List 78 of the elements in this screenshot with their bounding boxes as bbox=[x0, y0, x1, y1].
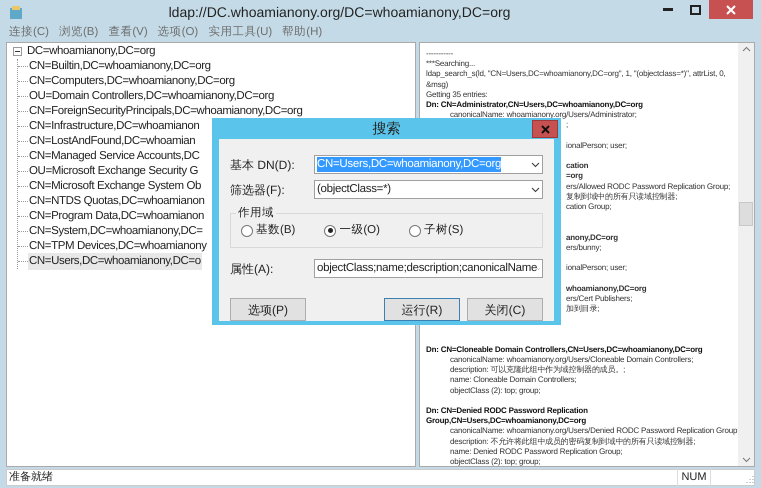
tree-item[interactable]: DC=whoamianony,DC=org bbox=[26, 43, 156, 60]
entry-dn: anony,DC=org bbox=[566, 232, 618, 242]
attribute-line: name: Cloneable Domain Controllers; bbox=[450, 375, 576, 384]
app-icon bbox=[8, 4, 24, 20]
tree-item[interactable]: CN=Microsoft Exchange System Ob bbox=[28, 178, 202, 196]
tree-item[interactable]: CN=System,DC=whoamianony,DC= bbox=[28, 222, 204, 240]
status-text: 准备就绪 bbox=[8, 470, 54, 486]
radio-button[interactable] bbox=[324, 224, 336, 236]
attribute-line: ers/Allowed RODC Password Replication Group; bbox=[566, 182, 730, 191]
close-icon bbox=[726, 4, 736, 14]
status-indicator: NUM bbox=[677, 469, 711, 486]
attribute-line: 复制到域中的所有只读域控制器; bbox=[566, 192, 678, 201]
radio-button[interactable] bbox=[241, 224, 253, 236]
scrollbar-thumb[interactable] bbox=[739, 202, 753, 226]
chevron-up-icon[interactable] bbox=[742, 46, 750, 52]
radio-label: 子树(S) bbox=[424, 222, 464, 238]
tree-item[interactable]: CN=Computers,DC=whoamianony,DC=org bbox=[28, 72, 236, 90]
field-label: 筛选器(F): bbox=[230, 182, 286, 198]
close-icon bbox=[540, 124, 550, 134]
tree-item[interactable]: CN=ForeignSecurityPrincipals,DC=whoamianony,DC=org bbox=[28, 102, 304, 120]
attribute-line: objectClass (2): top; group; bbox=[450, 386, 540, 395]
tree-item[interactable]: OU=Microsoft Exchange Security G bbox=[28, 162, 200, 180]
combo-field[interactable]: (objectClass=*) bbox=[314, 180, 543, 199]
entry-dn: Dn: CN=Denied RODC Password Replication Group,CN=Users,DC=whoamianony,DC=org bbox=[426, 406, 589, 426]
field-label: 属性(A): bbox=[230, 260, 274, 278]
tree-item[interactable]: CN=LostAndFound,DC=whoamian bbox=[28, 132, 196, 150]
window-title: ldap://DC.whoamianony.org/DC=whoamianony,DC=org bbox=[168, 3, 510, 22]
tree-item[interactable]: OU=Domain Controllers,DC=whoamianony,DC=org bbox=[28, 88, 275, 106]
output-line: ----------- bbox=[426, 49, 454, 60]
minimize-icon bbox=[663, 8, 673, 11]
attribute-line: canonicalName: whoamianony.org/Users/Administrator; bbox=[450, 110, 637, 120]
tree-item[interactable]: CN=Managed Service Accounts,DC bbox=[28, 148, 200, 166]
radio-label: 一级(O) bbox=[339, 222, 380, 238]
tree-item[interactable]: CN=Infrastructure,DC=whoamianon bbox=[28, 118, 200, 136]
attribute-line: name: Denied RODC Password Replication Group; bbox=[450, 446, 622, 456]
collapse-icon[interactable] bbox=[13, 47, 22, 56]
dialog-button[interactable]: 选项(P) bbox=[230, 298, 306, 321]
combo-field[interactable]: objectClass;name;description;canonicalName bbox=[314, 259, 543, 278]
tree-item[interactable]: CN=Program Data,DC=whoamianon bbox=[28, 208, 206, 226]
tree-item[interactable]: CN=TPM Devices,DC=whoamianony bbox=[28, 238, 208, 256]
tree-item[interactable]: CN=Users,DC=whoamianony,DC=o bbox=[28, 252, 202, 270]
entry-dn: Dn: CN=Cloneable Domain Controllers,CN=Users,DC=whoamianony,DC=org bbox=[426, 344, 704, 355]
field-label: 基本 DN(D): bbox=[230, 156, 296, 174]
close-button[interactable] bbox=[532, 120, 558, 138]
radio-label: 基数(B) bbox=[256, 222, 296, 238]
attribute-line: objectClass (2): top; group; bbox=[450, 456, 540, 466]
attribute-line: description: 不允许将此组中成员的密码复制到域中的所有只读域控制器; bbox=[450, 436, 696, 446]
dialog-button[interactable]: 运行(R) bbox=[384, 298, 460, 321]
attribute-line: canonicalName: whoamianony.org/Users/Cloneable Domain Controllers; bbox=[450, 354, 694, 364]
entry-dn: whoamianony,DC=org bbox=[566, 284, 646, 293]
attribute-line: ; bbox=[566, 120, 568, 130]
attribute-line: ionalPerson; user; bbox=[566, 140, 627, 150]
attribute-line: ers/bunny; bbox=[566, 242, 602, 252]
attribute-line: ionalPerson; user; bbox=[566, 263, 627, 272]
attribute-line: description: 可以克隆此组中作为域控制器的成员。; bbox=[450, 365, 626, 374]
output-line: ldap_search_s(ld, "CN=Users,DC=whoamianony,DC=org", 1, "(objectclass=*)", attrList, 0, &msg) bbox=[426, 69, 726, 90]
entry-dn: =org bbox=[566, 171, 583, 180]
attribute-line: ers/Cert Publishers; bbox=[566, 294, 632, 303]
entry-dn: cation bbox=[566, 161, 588, 170]
output-line: ***Searching... bbox=[426, 59, 476, 70]
menu-item[interactable]: 帮助(H) bbox=[282, 24, 322, 42]
entry-dn: Dn: CN=Administrator,CN=Users,DC=whoamianony,DC=org bbox=[426, 100, 644, 110]
menu-item[interactable]: 实用工具(U) bbox=[208, 24, 272, 42]
output-line: Getting 35 entries: bbox=[426, 90, 489, 100]
attribute-line: 加到目录; bbox=[566, 304, 600, 313]
menu-item[interactable]: 查看(V) bbox=[108, 24, 148, 42]
tree-item[interactable]: CN=Builtin,DC=whoamianony,DC=org bbox=[28, 58, 212, 76]
close-button[interactable] bbox=[709, 0, 753, 19]
attribute-line: cation Group; bbox=[566, 202, 612, 212]
tree-item[interactable]: CN=NTDS Quotas,DC=whoamianon bbox=[28, 192, 206, 210]
menu-item[interactable]: 浏览(B) bbox=[58, 24, 98, 42]
maximize-icon bbox=[690, 4, 700, 14]
dialog-title: 搜索 bbox=[372, 119, 400, 138]
radio-button[interactable] bbox=[408, 224, 421, 236]
menu-item[interactable]: 选项(O) bbox=[158, 24, 198, 42]
menu-item[interactable]: 连接(C) bbox=[9, 24, 49, 42]
dialog-button[interactable]: 关闭(C) bbox=[467, 298, 543, 321]
scrollbar[interactable] bbox=[738, 43, 754, 466]
